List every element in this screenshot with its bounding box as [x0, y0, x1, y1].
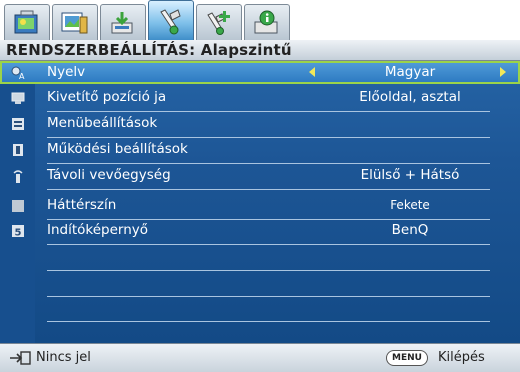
menu-row-label: Háttérszín — [47, 197, 117, 213]
page-title: RENDSZERBEÁLLÍTÁS: Alapszintű — [6, 41, 292, 59]
menu-row-remote-receiver[interactable]: Távoli vevőegység Elülső + Hátsó — [0, 164, 520, 190]
menu-row-splash-screen[interactable]: 5 Indítóképernyő BenQ — [0, 219, 520, 245]
menu-tab-strip — [0, 0, 520, 41]
svg-text:A: A — [19, 72, 25, 80]
tab-picture[interactable] — [52, 4, 98, 40]
menu-row-value: Elülső + Hátsó — [360, 167, 460, 183]
menu-row-value: Magyar — [384, 64, 436, 80]
tab-system-advanced[interactable] — [196, 4, 242, 40]
menu-row-label: Indítóképernyő — [47, 222, 149, 238]
menu-title-bar: RENDSZERBEÁLLÍTÁS: Alapszintű — [0, 40, 520, 61]
menu-row-label: Távoli vevőegység — [47, 167, 171, 183]
menu-row-operation-settings[interactable]: Működési beállítások — [0, 138, 520, 164]
tab-system-basic[interactable] — [148, 0, 194, 41]
source-status: Nincs jel — [36, 350, 91, 365]
menu-row-value: Előoldal, asztal — [359, 89, 461, 105]
picture-settings-icon — [61, 12, 88, 34]
menu-row-menu-settings[interactable]: Menübeállítások — [0, 112, 520, 138]
svg-text:5: 5 — [15, 228, 22, 239]
menu-row-label: Menübeállítások — [47, 115, 158, 131]
system-setup-basic-icon — [160, 9, 181, 35]
input-source-icon — [10, 351, 31, 365]
language-icon: A — [11, 66, 25, 80]
background-color-icon — [12, 200, 24, 212]
menu-row-value: BenQ — [391, 222, 429, 238]
system-setup-advanced-icon — [207, 11, 230, 35]
row-divider — [47, 296, 490, 297]
row-divider — [47, 321, 490, 322]
menu-row-projector-position[interactable]: Kivetítő pozíció ja Előoldal, asztal — [0, 86, 520, 112]
menu-row-label: Működési beállítások — [47, 141, 188, 157]
menu-panel: RENDSZERBEÁLLÍTÁS: Alapszintű A Nyelv Ma… — [0, 40, 520, 343]
display-picture-icon — [14, 10, 38, 34]
row-divider — [47, 189, 490, 190]
menu-key-badge[interactable]: MENU — [386, 350, 428, 366]
tab-display[interactable] — [4, 4, 50, 40]
tab-source[interactable] — [100, 4, 146, 40]
row-divider — [47, 270, 490, 271]
source-input-icon — [111, 12, 133, 34]
row-divider — [47, 244, 490, 245]
menu-row-language[interactable]: A Nyelv Magyar — [0, 61, 520, 87]
projector-position-icon — [11, 92, 25, 104]
menu-row-label: Kivetítő pozíció ja — [47, 89, 167, 105]
arrow-right-icon[interactable] — [500, 67, 506, 77]
exit-label: Kilépés — [438, 350, 485, 365]
menu-row-label: Nyelv — [47, 64, 86, 80]
menu-row-value: Fekete — [390, 198, 430, 212]
information-icon — [254, 10, 278, 34]
menu-row-background-color[interactable]: Háttérszín Fekete — [0, 194, 520, 220]
status-footer: Nincs jel MENU Kilépés — [0, 343, 520, 372]
splash-screen-icon: 5 — [12, 225, 24, 239]
remote-receiver-icon — [13, 170, 23, 183]
operation-settings-icon — [13, 144, 23, 156]
menu-settings-icon — [12, 118, 24, 130]
tab-information[interactable] — [244, 4, 290, 40]
